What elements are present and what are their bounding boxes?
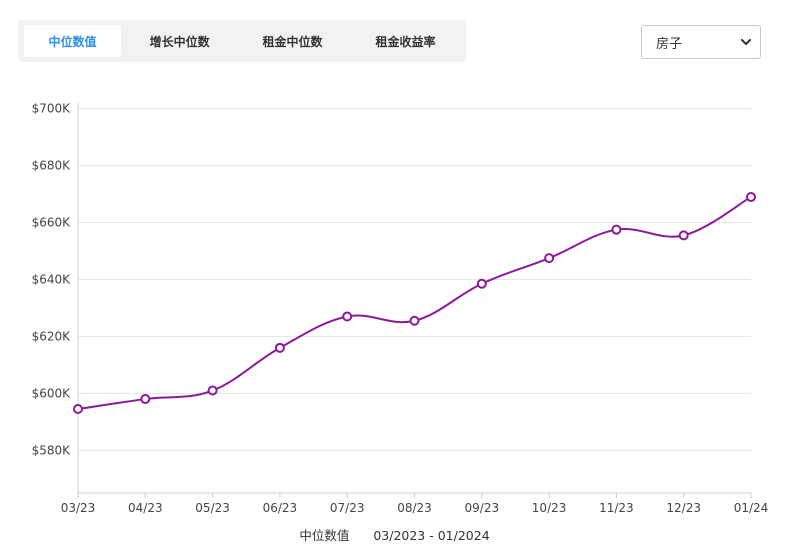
x-tick-label: 10/23: [532, 501, 567, 515]
x-tick-label: 05/23: [195, 501, 230, 515]
data-point[interactable]: [342, 311, 353, 322]
y-tick-label: $700K: [32, 102, 72, 116]
axis-layer: [77, 103, 752, 498]
y-tick-label: $680K: [32, 159, 72, 173]
x-tick-label: 06/23: [263, 501, 298, 515]
data-point[interactable]: [476, 278, 487, 289]
x-tick-label: 11/23: [599, 501, 634, 515]
median-value-chart: $580K $600K $620K $640K $660K $680K $700K 03/23…: [32, 102, 769, 515]
data-point[interactable]: [611, 224, 622, 235]
line-layer: [77, 196, 752, 411]
footer-date-range: 03/2023 - 01/2024: [373, 528, 490, 543]
data-point[interactable]: [746, 191, 756, 202]
y-tick-label: $660K: [32, 216, 72, 230]
data-point[interactable]: [274, 342, 285, 353]
data-point[interactable]: [544, 253, 555, 264]
y-tick-label: $580K: [32, 443, 72, 457]
x-tick-label: 03/23: [61, 501, 96, 515]
x-tick-label: 01/24: [734, 501, 769, 515]
data-point[interactable]: [207, 385, 218, 396]
marker-layer: [73, 191, 756, 415]
data-point[interactable]: [409, 315, 420, 326]
x-tick-label: 12/23: [666, 501, 701, 515]
footer-series-label: 中位数值: [299, 528, 350, 543]
x-tick-label: 08/23: [397, 501, 432, 515]
chart-footer: 中位数值 03/2023 - 01/2024: [0, 525, 789, 544]
data-point[interactable]: [678, 230, 689, 241]
x-tick-label: 07/23: [330, 501, 365, 515]
data-point[interactable]: [140, 394, 151, 405]
grid-layer: [78, 108, 751, 451]
y-tick-label: $640K: [32, 272, 72, 286]
data-point[interactable]: [73, 404, 83, 415]
y-tick-label: $620K: [32, 329, 72, 343]
median-value-series-line: [77, 196, 752, 411]
y-tick-label: $600K: [32, 386, 72, 400]
x-tick-label: 09/23: [465, 501, 500, 515]
x-tick-label: 04/23: [128, 501, 163, 515]
label-layer: $580K $600K $620K $640K $660K $680K $700K 03/23…: [32, 102, 769, 515]
